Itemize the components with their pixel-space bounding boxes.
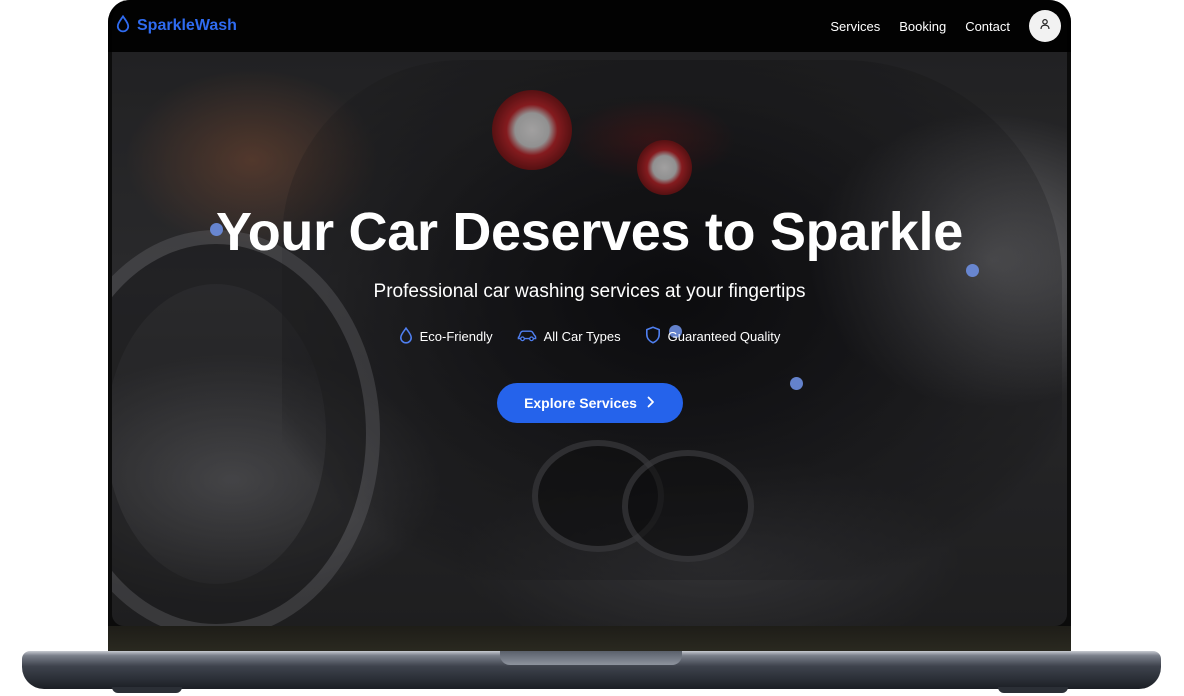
- hero-section: Your Car Deserves to Sparkle Professiona…: [112, 0, 1067, 626]
- brand-name: SparkleWash: [137, 17, 237, 34]
- laptop-notch: [500, 651, 682, 665]
- feature-all-car-types: All Car Types: [517, 328, 621, 345]
- brand-logo[interactable]: SparkleWash: [116, 14, 237, 38]
- explore-services-button[interactable]: Explore Services: [496, 383, 683, 423]
- feature-label: Eco-Friendly: [419, 329, 493, 344]
- hero-content: Your Car Deserves to Sparkle Professiona…: [112, 196, 1067, 423]
- droplet-icon: [399, 326, 413, 347]
- laptop-foot: [998, 687, 1068, 693]
- nav-link-services[interactable]: Services: [830, 19, 880, 34]
- shield-icon: [645, 326, 661, 347]
- feature-list: Eco-Friendly All Car Types Guaranteed Qu…: [112, 326, 1067, 347]
- car-icon: [517, 328, 537, 345]
- screen-bottom-edge: [108, 626, 1071, 652]
- nav-link-booking[interactable]: Booking: [899, 19, 946, 34]
- feature-label: All Car Types: [543, 329, 621, 344]
- feature-eco-friendly: Eco-Friendly: [399, 326, 493, 347]
- hero-title: Your Car Deserves to Sparkle: [216, 202, 963, 262]
- laptop-base: [22, 651, 1161, 693]
- chevron-right-icon: [647, 395, 655, 411]
- nav-links: Services Booking Contact: [830, 10, 1061, 42]
- laptop-screen: Your Car Deserves to Sparkle Professiona…: [108, 0, 1071, 652]
- user-icon: [1039, 17, 1051, 35]
- hero-subtitle: Professional car washing services at you…: [373, 281, 806, 302]
- feature-label: Guaranteed Quality: [667, 329, 781, 344]
- top-navbar: SparkleWash Services Booking Contact: [108, 0, 1071, 52]
- feature-guaranteed-quality: Guaranteed Quality: [645, 326, 781, 347]
- profile-button[interactable]: [1029, 10, 1061, 42]
- nav-link-contact[interactable]: Contact: [965, 19, 1010, 34]
- explore-services-label: Explore Services: [524, 395, 637, 411]
- droplet-icon: [116, 14, 130, 38]
- laptop-foot: [112, 687, 182, 693]
